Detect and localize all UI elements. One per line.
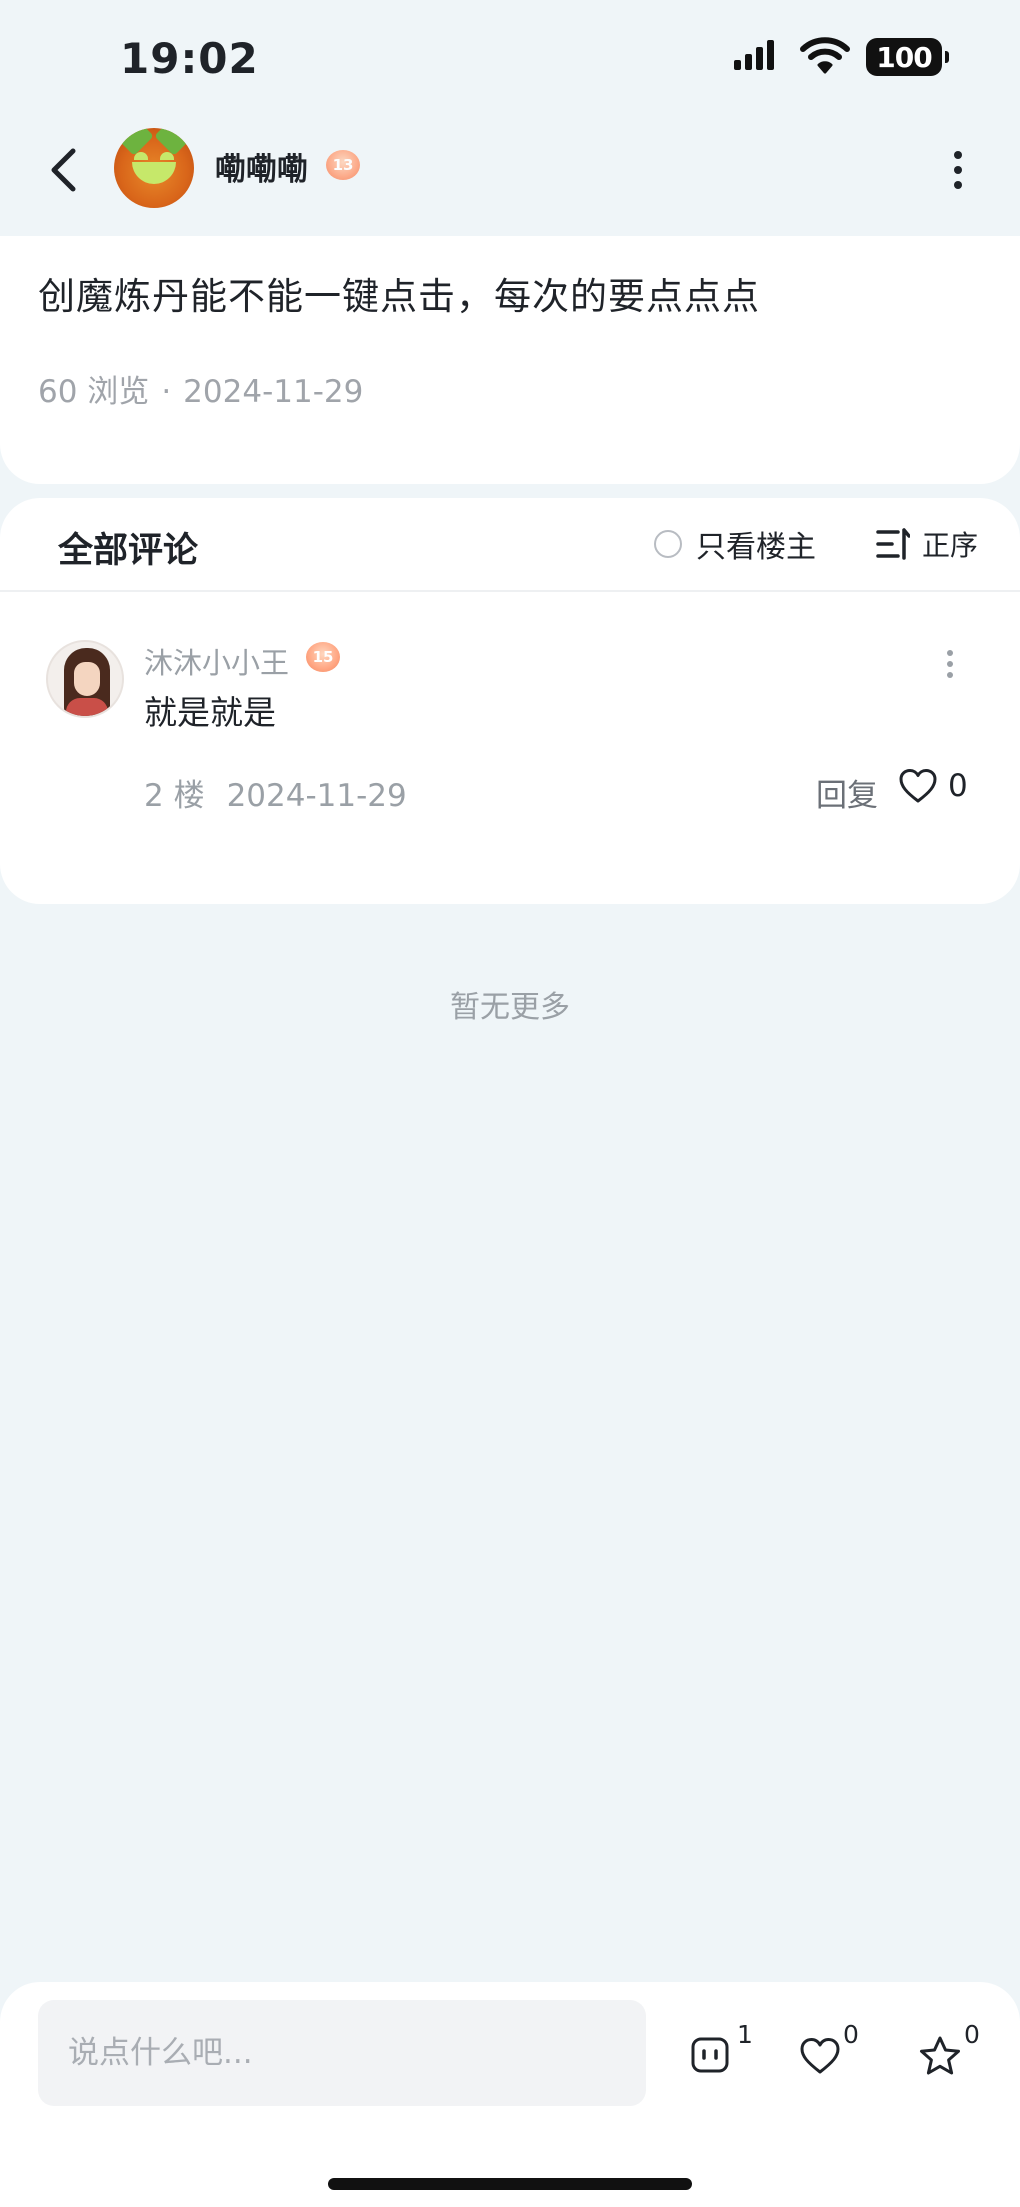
meta-separator: · [161,374,172,410]
comment-icon [691,2037,729,2073]
heart-icon [899,769,937,803]
author-name[interactable]: 嘞嘞嘞 [215,144,308,189]
heart-icon [800,2038,840,2074]
nav-header: 嘞嘞嘞 13 [0,110,1020,235]
star-icon [920,2036,960,2075]
comment-more-button[interactable] [940,642,960,686]
comment-floor: 2 楼 [144,778,205,814]
comments-panel: 全部评论 只看楼主 正序 沐沐小小王 15 就是就是 2 楼 2024-11-2… [0,498,1020,904]
post-title: 创魔炼丹能不能一键点击，每次的要点点点 [38,275,760,318]
comment-date: 2024-11-29 [226,778,407,814]
op-only-label: 只看楼主 [696,530,816,565]
status-time: 19:02 [120,34,259,83]
post-like-button[interactable] [790,2026,850,2086]
comment-like-button[interactable]: 0 [898,768,968,804]
commenter-avatar[interactable] [46,640,124,718]
post-date: 2024-11-29 [183,374,364,410]
wifi-icon [800,37,850,74]
reply-button[interactable]: 回复 [816,770,878,815]
comment-like-count: 0 [948,768,968,804]
commenter-level-badge: 15 [306,642,340,672]
author-avatar[interactable] [114,128,194,208]
bottom-action-bar: 1 0 0 [0,1982,1020,2207]
comment-input[interactable] [38,2000,646,2106]
post-meta: 60 浏览 · 2024-11-29 [38,366,363,411]
sort-label: 正序 [922,529,979,562]
comment-item: 沐沐小小王 15 就是就是 2 楼 2024-11-29 回复 0 [0,592,1020,892]
favorite-count: 0 [964,2020,980,2049]
comments-header: 全部评论 只看楼主 正序 [0,498,1020,592]
like-count: 0 [843,2020,859,2049]
commenter-name[interactable]: 沐沐小小王 [144,640,289,682]
radio-icon [654,530,682,558]
status-bar: 19:02 100 [0,0,1020,110]
comment-count: 1 [737,2020,753,2049]
battery-icon: 100 [866,38,949,76]
more-options-button[interactable] [944,140,972,200]
op-only-toggle[interactable]: 只看楼主 [654,522,816,566]
more-vertical-icon [954,151,962,159]
no-more-text: 暂无更多 [450,990,570,1025]
sort-button[interactable]: 正序 [876,522,978,566]
back-icon [51,148,76,192]
comment-text: 就是就是 [144,693,276,732]
comments-title: 全部评论 [58,531,199,571]
post-detail-screen: 19:02 100 嘞嘞嘞 13 创魔炼丹能不能一键点击，每次的要点点点 60 … [0,0,1020,2207]
home-indicator [328,2178,692,2190]
post-card: 创魔炼丹能不能一键点击，每次的要点点点 60 浏览 · 2024-11-29 [0,236,1020,484]
view-count: 60 浏览 [38,374,150,410]
signal-icon [734,40,774,70]
comment-meta: 2 楼 2024-11-29 [144,770,407,815]
favorite-button[interactable] [910,2026,970,2086]
author-level-badge: 13 [326,150,360,180]
comment-count-button[interactable] [680,2026,740,2086]
sort-icon [876,528,910,560]
more-vertical-icon [947,650,953,656]
back-button[interactable] [38,135,88,205]
